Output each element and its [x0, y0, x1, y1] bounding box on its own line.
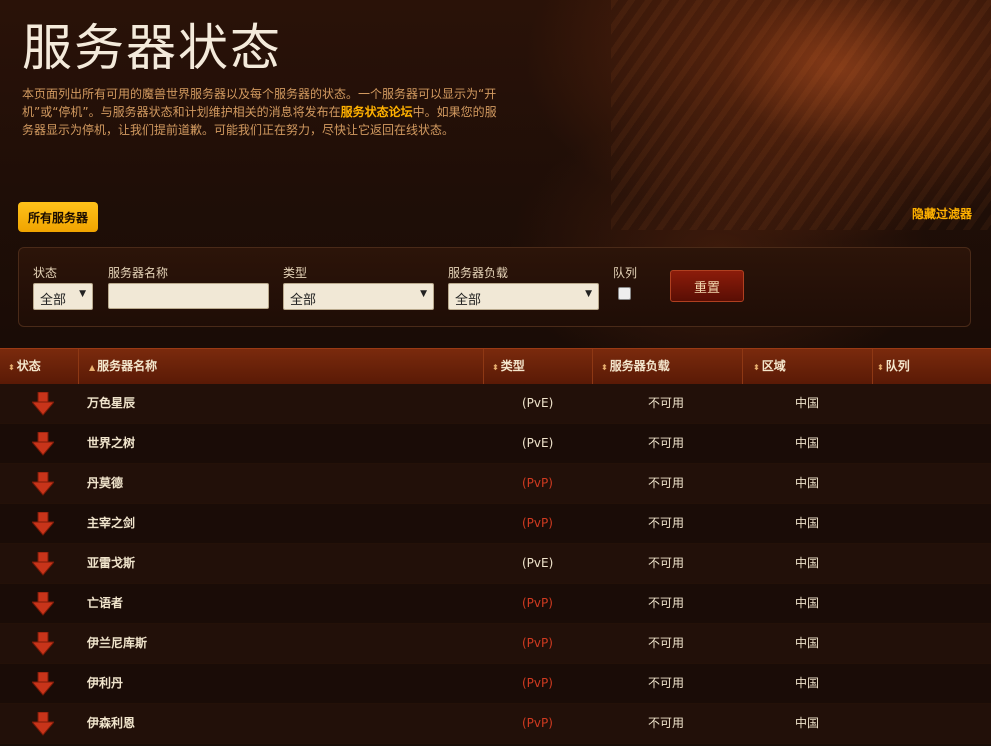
sort-icon: ⬍: [601, 363, 608, 372]
server-region: 中国: [795, 716, 820, 730]
server-region: 中国: [795, 596, 820, 610]
server-name: 亚雷戈斯: [87, 556, 136, 570]
column-header-region[interactable]: ⬍ 区域: [742, 349, 871, 384]
status-filter-label: 状态: [33, 266, 58, 280]
table-row[interactable]: 主宰之剑 (PvP) 不可用 中国: [0, 504, 991, 544]
server-name: 伊兰尼库斯: [87, 636, 148, 650]
type-filter-label: 类型: [283, 266, 308, 280]
server-load: 不可用: [648, 556, 685, 570]
table-row[interactable]: 亚雷戈斯 (PvE) 不可用 中国: [0, 544, 991, 584]
page-title: 服务器状态: [22, 19, 282, 77]
type-filter-value: 全部: [290, 293, 317, 308]
server-type: (PvP): [522, 716, 553, 730]
status-filter-value: 全部: [40, 293, 67, 308]
chevron-down-icon: ▼: [420, 289, 427, 299]
down-arrow-icon: [32, 472, 54, 496]
server-type: (PvP): [522, 516, 553, 530]
server-name: 丹莫德: [87, 476, 124, 490]
status-filter-select[interactable]: 全部 ▼: [33, 283, 93, 310]
filter-panel: 状态 全部 ▼ 服务器名称 类型 全部 ▼ 服务器负载 全部 ▼ 队列 重置: [18, 247, 971, 327]
server-region: 中国: [795, 436, 820, 450]
server-name: 伊利丹: [87, 676, 124, 690]
down-arrow-icon: [32, 632, 54, 656]
server-load: 不可用: [648, 716, 685, 730]
server-type: (PvE): [522, 556, 554, 570]
server-load: 不可用: [648, 436, 685, 450]
name-filter-label: 服务器名称: [108, 266, 169, 280]
down-arrow-icon: [32, 392, 54, 416]
sort-ascending-icon: ▲: [89, 363, 96, 372]
server-type: (PvP): [522, 636, 553, 650]
column-header-type[interactable]: ⬍ 类型: [483, 349, 591, 384]
table-row[interactable]: 亡语者 (PvP) 不可用 中国: [0, 584, 991, 624]
queue-filter-label: 队列: [613, 266, 638, 280]
server-region: 中国: [795, 676, 820, 690]
server-name: 世界之树: [87, 436, 136, 450]
server-region: 中国: [795, 396, 820, 410]
server-region: 中国: [795, 476, 820, 490]
down-arrow-icon: [32, 592, 54, 616]
chevron-down-icon: ▼: [79, 289, 86, 299]
down-arrow-icon: [32, 672, 54, 696]
load-filter-value: 全部: [455, 293, 482, 308]
load-filter-label: 服务器负载: [448, 266, 509, 280]
column-header-queue[interactable]: ⬍ 队列: [872, 349, 991, 384]
server-load: 不可用: [648, 676, 685, 690]
server-type: (PvP): [522, 676, 553, 690]
down-arrow-icon: [32, 552, 54, 576]
server-name: 亡语者: [87, 596, 124, 610]
server-type: (PvE): [522, 436, 554, 450]
down-arrow-icon: [32, 712, 54, 736]
server-name: 主宰之剑: [87, 516, 136, 530]
server-type: (PvP): [522, 596, 553, 610]
chevron-down-icon: ▼: [585, 289, 592, 299]
column-header-status[interactable]: ⬍ 状态: [0, 349, 77, 384]
server-name: 万色星辰: [87, 396, 136, 410]
sort-icon: ⬍: [8, 363, 15, 372]
table-row[interactable]: 伊兰尼库斯 (PvP) 不可用 中国: [0, 624, 991, 664]
table-header: ⬍ 状态 ▲ 服务器名称 ⬍ 类型 ⬍ 服务器负载 ⬍ 区域 ⬍ 队列: [0, 348, 991, 385]
column-header-load[interactable]: ⬍ 服务器负载: [592, 349, 741, 384]
table-row[interactable]: 丹莫德 (PvP) 不可用 中国: [0, 464, 991, 504]
down-arrow-icon: [32, 512, 54, 536]
server-region: 中国: [795, 556, 820, 570]
table-row[interactable]: 伊森利恩 (PvP) 不可用 中国: [0, 704, 991, 744]
server-name: 伊森利恩: [87, 716, 136, 730]
page-description: 本页面列出所有可用的魔兽世界服务器以及每个服务器的状态。一个服务器可以显示为“开…: [22, 85, 497, 139]
table-row[interactable]: 伊利丹 (PvP) 不可用 中国: [0, 664, 991, 704]
server-table-body: 万色星辰 (PvE) 不可用 中国 世界之树 (PvE) 不可用 中国 丹莫德 (PvP) 不可用中…: [0, 384, 991, 744]
dragon-artwork: [611, 0, 991, 230]
sort-icon: ⬍: [753, 363, 760, 372]
down-arrow-icon: [32, 432, 54, 456]
server-type: (PvE): [522, 396, 554, 410]
all-servers-button[interactable]: 所有服务器: [18, 202, 98, 232]
column-header-name[interactable]: ▲ 服务器名称: [78, 349, 482, 384]
reset-button[interactable]: 重置: [670, 270, 744, 302]
server-load: 不可用: [648, 596, 685, 610]
server-region: 中国: [795, 636, 820, 650]
server-region: 中国: [795, 516, 820, 530]
server-load: 不可用: [648, 636, 685, 650]
table-row[interactable]: 万色星辰 (PvE) 不可用 中国: [0, 384, 991, 424]
hide-filter-link[interactable]: 隐藏过滤器: [912, 205, 972, 222]
server-load: 不可用: [648, 476, 685, 490]
name-filter-input[interactable]: [108, 283, 269, 309]
sort-icon: ⬍: [877, 363, 884, 372]
server-type: (PvP): [522, 476, 553, 490]
load-filter-select[interactable]: 全部 ▼: [448, 283, 599, 310]
queue-checkbox[interactable]: [618, 287, 631, 300]
type-filter-select[interactable]: 全部 ▼: [283, 283, 434, 310]
sort-icon: ⬍: [492, 363, 499, 372]
table-row[interactable]: 世界之树 (PvE) 不可用 中国: [0, 424, 991, 464]
forum-link[interactable]: 服务状态论坛: [341, 105, 413, 119]
server-load: 不可用: [648, 396, 685, 410]
server-load: 不可用: [648, 516, 685, 530]
